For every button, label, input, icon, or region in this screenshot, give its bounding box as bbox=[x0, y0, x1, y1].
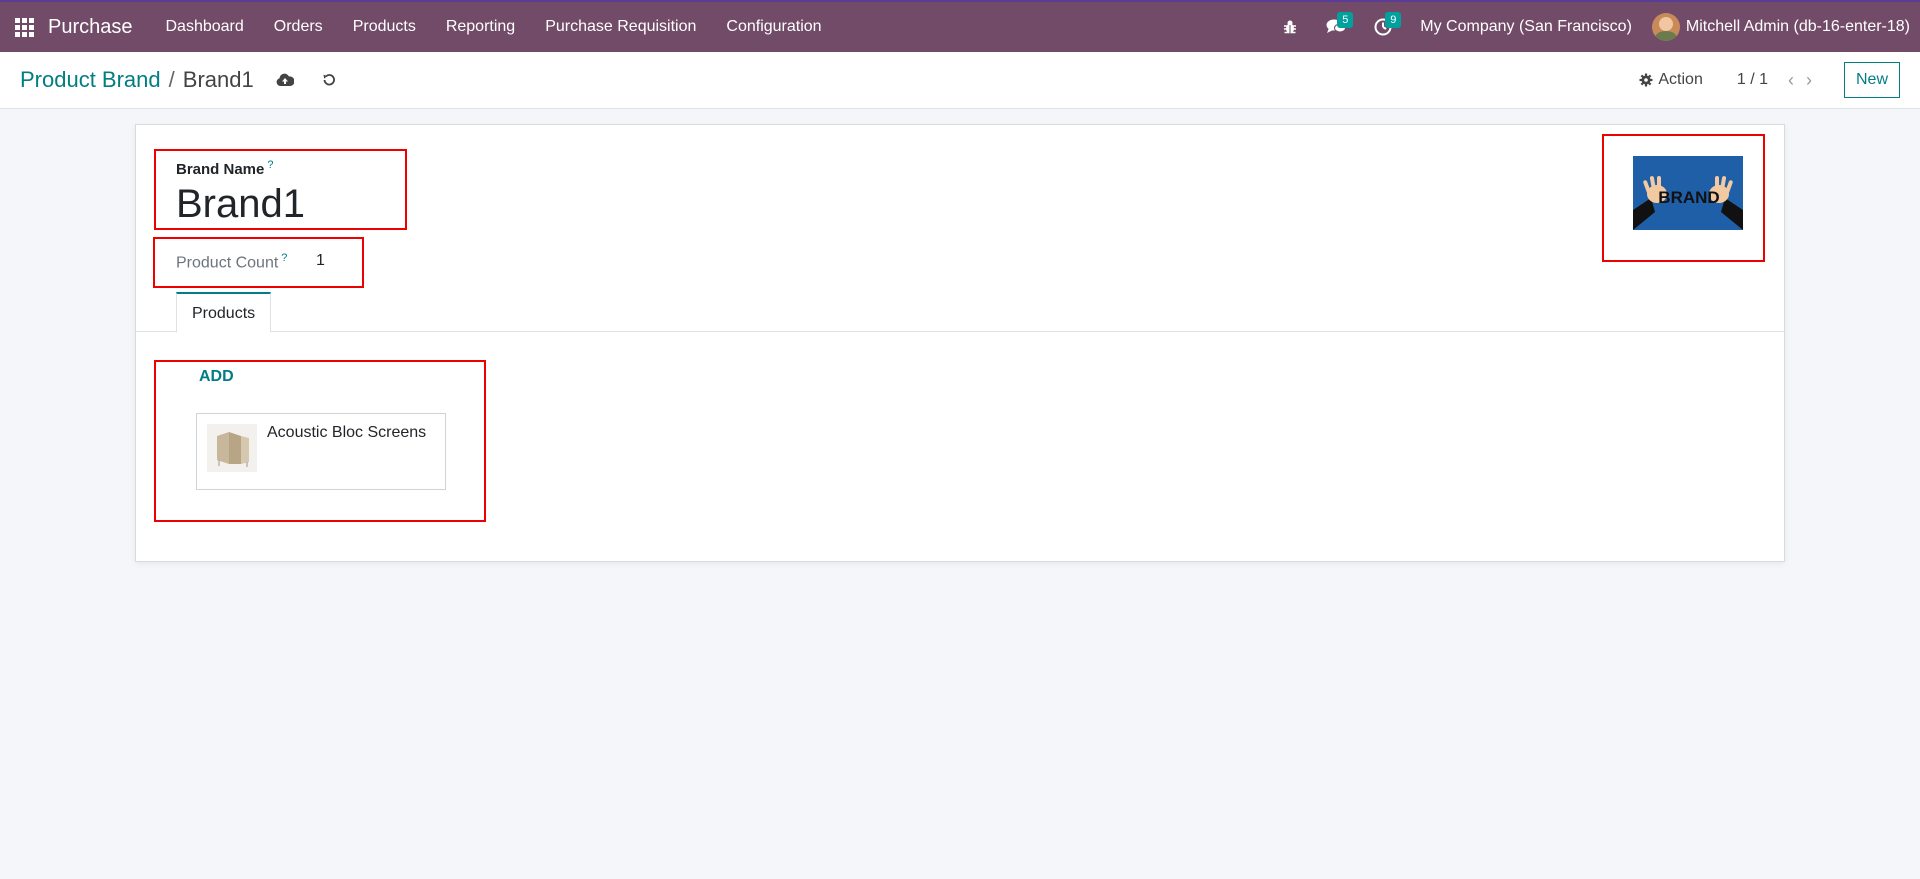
menu-products[interactable]: Products bbox=[338, 2, 431, 52]
app-name[interactable]: Purchase bbox=[48, 16, 133, 39]
gear-icon bbox=[1639, 73, 1653, 87]
tab-products[interactable]: Products bbox=[176, 292, 272, 333]
top-navbar: Purchase Dashboard Orders Products Repor… bbox=[0, 0, 1920, 52]
menu-configuration[interactable]: Configuration bbox=[711, 2, 836, 52]
activities-clock-icon[interactable]: 9 bbox=[1360, 2, 1406, 52]
pager-value[interactable]: 1 / 1 bbox=[1737, 71, 1768, 89]
new-button[interactable]: New bbox=[1843, 62, 1900, 98]
activities-count-badge: 9 bbox=[1385, 12, 1402, 28]
brand-name-label: Brand Name? bbox=[176, 159, 273, 178]
product-thumbnail-image bbox=[207, 424, 257, 472]
product-name: Acoustic Bloc Screens bbox=[267, 424, 427, 441]
logo-brand-text: BRAND bbox=[1658, 188, 1719, 207]
breadcrumb-parent-link[interactable]: Product Brand bbox=[20, 67, 161, 93]
main-menu: Dashboard Orders Products Reporting Purc… bbox=[151, 2, 837, 52]
company-switcher[interactable]: My Company (San Francisco) bbox=[1406, 18, 1646, 36]
avatar bbox=[1651, 13, 1680, 41]
messages-count-badge: 5 bbox=[1337, 12, 1354, 28]
menu-purchase-requisition[interactable]: Purchase Requisition bbox=[530, 2, 711, 52]
messages-chat-icon[interactable]: 5 bbox=[1312, 2, 1360, 52]
product-count-label-text: Product Count bbox=[176, 254, 279, 272]
action-label: Action bbox=[1658, 71, 1703, 88]
brand-name-label-text: Brand Name bbox=[176, 161, 265, 178]
product-count-value: 1 bbox=[316, 252, 325, 269]
product-count-label: Product Count? bbox=[176, 252, 287, 272]
product-card[interactable]: Acoustic Bloc Screens bbox=[196, 413, 446, 490]
menu-dashboard[interactable]: Dashboard bbox=[151, 2, 259, 52]
product-count-help-icon[interactable]: ? bbox=[281, 252, 287, 264]
user-menu[interactable]: Mitchell Admin (db-16-enter-18) bbox=[1646, 13, 1910, 41]
menu-reporting[interactable]: Reporting bbox=[431, 2, 530, 52]
app-menu-icon[interactable] bbox=[2, 1, 46, 53]
breadcrumb-current: Brand1 bbox=[182, 67, 254, 92]
breadcrumb: Product Brand / Brand1 bbox=[20, 67, 254, 93]
action-menu-button[interactable]: Action bbox=[1639, 71, 1703, 89]
add-product-link[interactable]: ADD bbox=[199, 368, 234, 386]
breadcrumb-separator: / bbox=[168, 67, 175, 92]
debug-bug-icon[interactable] bbox=[1268, 2, 1312, 52]
control-panel: Product Brand / Brand1 Action 1 / 1 ‹ › … bbox=[0, 52, 1920, 109]
form-sheet: Brand Name? Brand1 Product Count? 1 BRAN… bbox=[135, 124, 1785, 562]
brand-name-field[interactable]: Brand1 bbox=[176, 182, 305, 227]
discard-undo-icon[interactable] bbox=[316, 67, 342, 93]
pager-next-chevron-right-icon[interactable]: › bbox=[1800, 70, 1818, 91]
pager-previous-chevron-left-icon[interactable]: ‹ bbox=[1782, 70, 1800, 91]
brand-logo-image[interactable]: BRAND bbox=[1633, 156, 1743, 230]
menu-orders[interactable]: Orders bbox=[259, 2, 338, 52]
save-cloud-upload-icon[interactable] bbox=[272, 67, 298, 93]
brand-name-help-icon[interactable]: ? bbox=[267, 159, 273, 171]
notebook-tabs: Products bbox=[136, 292, 1784, 333]
user-name: Mitchell Admin (db-16-enter-18) bbox=[1685, 18, 1910, 35]
